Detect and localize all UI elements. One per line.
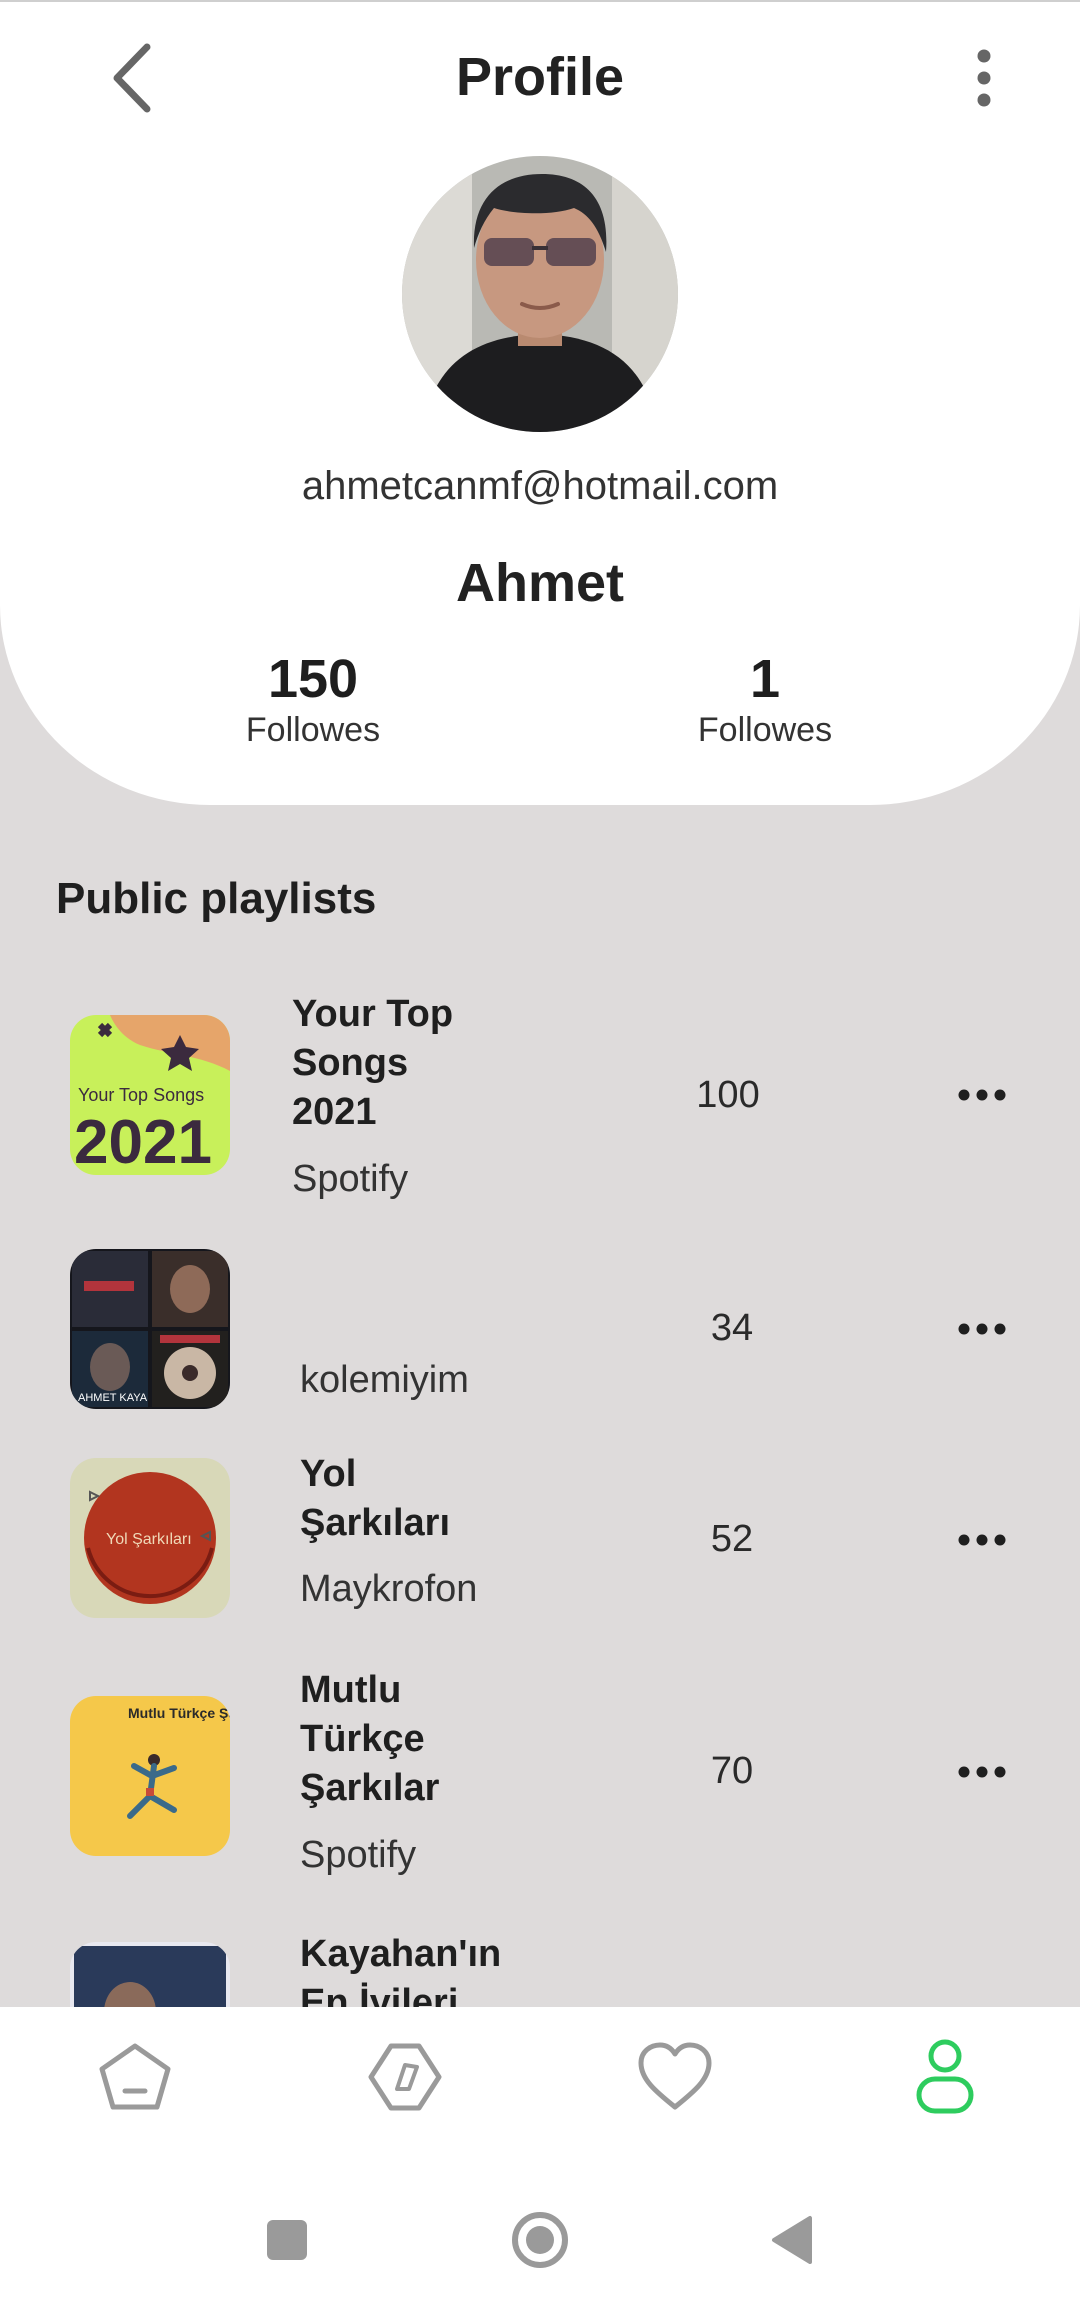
following-stat[interactable]: 1 Followes [635, 649, 895, 750]
more-horizontal-icon [958, 1089, 1006, 1101]
playlist-owner: Maykrofon [300, 1568, 478, 1610]
playlist-title: Mutlu Türkçe Şarkılar [300, 1669, 440, 1809]
back-triangle-icon [772, 2216, 812, 2264]
system-recents-button[interactable] [242, 2195, 332, 2285]
profile-icon [916, 2039, 974, 2114]
system-back-button[interactable] [746, 2195, 836, 2285]
playlist-row[interactable]: Your Top Songs 2021 Your Top Songs 2021 … [0, 990, 1080, 1200]
playlist-row[interactable]: Kayahan'ın En İyileri [0, 1930, 1080, 2007]
playlist-cover: Mutlu Türkçe Şarkılar [70, 1696, 230, 1856]
playlist-row[interactable]: Yol Şarkıları Yol Şarkıları Maykrofon 52 [0, 1450, 1080, 1650]
cover-small-text: Your Top Songs [78, 1085, 204, 1105]
following-count: 1 [749, 649, 781, 709]
heart-icon [638, 2042, 712, 2110]
playlist-cover: Your Top Songs 2021 [70, 1015, 230, 1175]
playlist-track-count: 34 [710, 1307, 754, 1349]
profile-email: ahmetcanmf@hotmail.com [301, 464, 779, 508]
playlist-cover [70, 1942, 230, 2007]
home-circle-icon [512, 2212, 568, 2268]
more-vertical-icon [977, 49, 991, 107]
playlist-list[interactable]: Your Top Songs 2021 Your Top Songs 2021 … [0, 950, 1080, 2007]
recents-icon [267, 2220, 307, 2260]
following-label: Followes [697, 711, 833, 750]
playlist-more-button[interactable] [942, 1065, 1022, 1125]
playlist-track-count: 70 [710, 1750, 754, 1792]
bottom-navigation [0, 2007, 1080, 2299]
profile-name: Ahmet [455, 553, 624, 613]
playlist-more-button[interactable] [942, 1299, 1022, 1359]
playlist-title: Yol Şarkıları [300, 1453, 450, 1544]
system-home-button[interactable] [495, 2195, 585, 2285]
home-icon [99, 2043, 171, 2110]
cover-small-text: Mutlu Türkçe Şarkılar [128, 1705, 230, 1721]
playlist-more-button[interactable] [942, 1510, 1022, 1570]
cover-small-text: Yol Şarkıları [106, 1531, 192, 1548]
playlist-title: Your Top Songs 2021 [292, 993, 454, 1133]
playlist-row[interactable]: AHMET KAYA kolemiyim 34 [0, 1247, 1080, 1417]
nav-favorites[interactable] [620, 2029, 730, 2125]
more-horizontal-icon [958, 1766, 1006, 1778]
more-horizontal-icon [958, 1534, 1006, 1546]
avatar[interactable] [402, 156, 678, 432]
followers-count: 150 [267, 649, 359, 709]
playlist-row[interactable]: Mutlu Türkçe Şarkılar Mutlu Türkçe Şarkı… [0, 1666, 1080, 1896]
playlist-title: Kayahan'ın En İyileri [300, 1933, 502, 2007]
section-title-public-playlists: Public playlists [56, 874, 377, 923]
playlist-owner: Spotify [292, 1158, 409, 1200]
avatar-photo [402, 156, 678, 432]
followers-label: Followes [245, 711, 381, 750]
playlist-cover: Yol Şarkıları [70, 1458, 230, 1618]
cover-big-text: 2021 [74, 1108, 212, 1175]
playlist-track-count: 52 [710, 1518, 754, 1560]
followers-stat[interactable]: 150 Followes [183, 649, 443, 750]
more-options-button[interactable] [944, 38, 1024, 118]
profile-header-card: Profile ahmetcanmf@hotmail.com Ahmet 150… [0, 2, 1080, 805]
playlist-more-button[interactable] [942, 1742, 1022, 1802]
nav-home[interactable] [80, 2029, 190, 2125]
playlist-owner: kolemiyim [300, 1359, 469, 1401]
more-horizontal-icon [958, 1323, 1006, 1335]
nav-explore[interactable] [350, 2029, 460, 2125]
cover-small-text: AHMET KAYA [78, 1392, 148, 1404]
explore-icon [368, 2043, 442, 2111]
page-title: Profile [455, 47, 625, 107]
playlist-track-count: 100 [696, 1074, 760, 1116]
playlist-cover: AHMET KAYA [70, 1249, 230, 1409]
nav-profile[interactable] [890, 2029, 1000, 2125]
playlist-owner: Spotify [300, 1834, 417, 1876]
